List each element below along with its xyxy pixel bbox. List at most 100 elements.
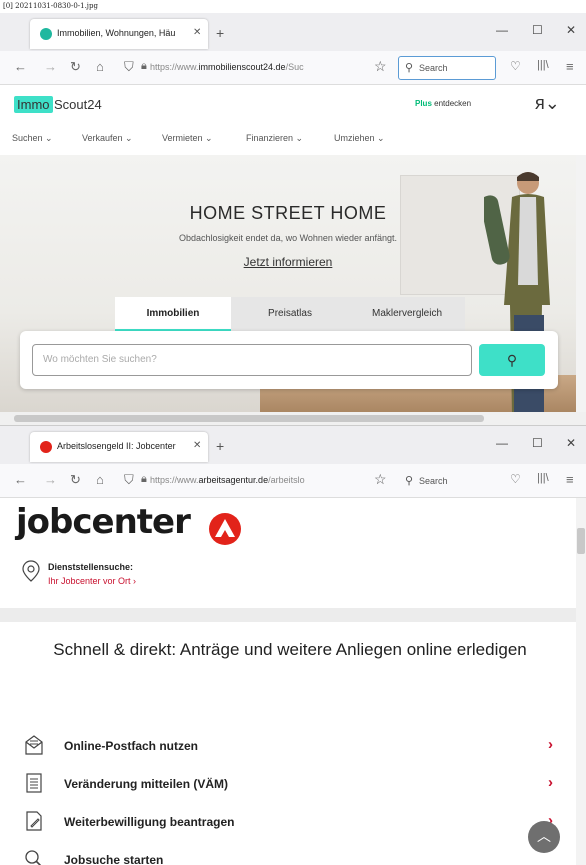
lock-icon: 🔒︎ bbox=[141, 473, 147, 485]
menu-finanzieren[interactable]: Finanzieren ⌄ bbox=[246, 133, 303, 144]
chevron-up-icon: ︿ bbox=[537, 828, 551, 844]
home-icon[interactable]: ⌂ bbox=[96, 472, 104, 487]
tab-jobcenter[interactable]: Arbeitslosengeld II: Jobcenter ✕ bbox=[30, 432, 208, 462]
bookmark-star-icon[interactable]: ☆ bbox=[374, 58, 387, 75]
document-edit-icon bbox=[26, 811, 42, 831]
list-item-label: Weiterbewilligung beantragen bbox=[64, 815, 235, 829]
main-menu: Suchen ⌄ Verkaufen ⌄ Vermieten ⌄ Finanzi… bbox=[0, 125, 586, 155]
forward-icon[interactable]: → bbox=[44, 59, 57, 74]
arbeitsagentur-favicon-icon bbox=[40, 441, 52, 453]
mail-inbox-icon bbox=[25, 735, 43, 755]
immoscout-favicon-icon bbox=[40, 28, 52, 40]
list-item-label: Veränderung mitteilen (VÄM) bbox=[64, 777, 229, 791]
menu-icon[interactable]: ≡ bbox=[566, 472, 574, 487]
list-item-label: Jobsuche starten bbox=[64, 853, 164, 865]
tab-maklervergleich[interactable]: Maklervergleich bbox=[349, 297, 465, 331]
vertical-scrollbar[interactable] bbox=[576, 155, 586, 412]
library-icon[interactable]: |||\ bbox=[537, 59, 549, 71]
browser-window-immoscout: Immobilien, Wohnungen, Häu ✕ + — ☐ ✕ ← →… bbox=[0, 13, 586, 425]
scroll-to-top-button[interactable]: ︿ bbox=[528, 821, 560, 853]
menu-verkaufen[interactable]: Verkaufen ⌄ bbox=[82, 133, 133, 144]
logo-immo[interactable]: Immo bbox=[14, 96, 53, 113]
new-tab-icon[interactable]: + bbox=[216, 25, 224, 41]
search-input[interactable]: ⚲ Search bbox=[398, 469, 496, 493]
back-icon[interactable]: ← bbox=[14, 472, 27, 487]
section-divider bbox=[0, 608, 576, 622]
minimize-icon[interactable]: — bbox=[496, 436, 508, 450]
search-panel: Wo möchten Sie suchen? ⚲ bbox=[20, 331, 558, 389]
chevron-right-icon: › bbox=[548, 736, 553, 753]
plus-link[interactable]: Plus entdecken bbox=[415, 99, 471, 108]
vertical-scrollbar[interactable] bbox=[576, 498, 586, 865]
logo-scout[interactable]: Scout24 bbox=[54, 97, 102, 112]
tab-title: Immobilien, Wohnungen, Häu bbox=[57, 28, 176, 38]
hero-link[interactable]: Jetzt informieren bbox=[0, 255, 576, 269]
maximize-icon[interactable]: ☐ bbox=[532, 23, 543, 37]
forward-icon[interactable]: → bbox=[44, 472, 57, 487]
jobcenter-page: jobcenter Dienststellensuche: Ihr Jobcen… bbox=[0, 498, 576, 865]
user-icon[interactable]: ᴙ⌄ bbox=[535, 93, 560, 114]
maximize-icon[interactable]: ☐ bbox=[532, 436, 543, 450]
hero-title: HOME STREET HOME bbox=[189, 203, 387, 223]
horizontal-scrollbar[interactable] bbox=[0, 412, 586, 425]
back-icon[interactable]: ← bbox=[14, 59, 27, 74]
url-bar[interactable]: https://www.immobilienscout24.de/Suc bbox=[150, 56, 370, 80]
list-item-veraenderung[interactable]: Veränderung mitteilen (VÄM) › bbox=[0, 766, 576, 804]
search-placeholder: Search bbox=[419, 476, 448, 486]
pocket-icon[interactable]: ♡ bbox=[510, 472, 521, 486]
image-caption: [0] 20211031-0830-0-1.jpg bbox=[3, 2, 98, 10]
list-item-jobsuche[interactable]: Jobsuche starten bbox=[0, 842, 576, 865]
url-text: https://www.immobilienscout24.de/Suc bbox=[150, 62, 304, 72]
reload-icon[interactable]: ↻ bbox=[70, 59, 81, 75]
tab-immoscout[interactable]: Immobilien, Wohnungen, Häu ✕ bbox=[30, 19, 208, 49]
scrollbar-thumb[interactable] bbox=[577, 528, 585, 554]
close-tab-icon[interactable]: ✕ bbox=[193, 440, 201, 451]
menu-umziehen[interactable]: Umziehen ⌄ bbox=[334, 133, 385, 144]
pocket-icon[interactable]: ♡ bbox=[510, 59, 521, 73]
menu-vermieten[interactable]: Vermieten ⌄ bbox=[162, 133, 213, 144]
minimize-icon[interactable]: — bbox=[496, 23, 508, 37]
close-window-icon[interactable]: ✕ bbox=[566, 436, 576, 450]
chevron-right-icon: › bbox=[548, 774, 553, 791]
list-item-weiterbewilligung[interactable]: Weiterbewilligung beantragen › bbox=[0, 804, 576, 842]
navigation-bar: ← → ↻ ⌂ ⛉ 🔒︎ https://www.immobilienscout… bbox=[0, 51, 586, 85]
dienststellensuche-title: Dienststellensuche: bbox=[48, 562, 134, 572]
search-icon: ⚲ bbox=[405, 475, 414, 487]
library-icon[interactable]: |||\ bbox=[537, 472, 549, 484]
tab-bar: Arbeitslosengeld II: Jobcenter ✕ + — ☐ ✕ bbox=[0, 426, 586, 464]
reload-icon[interactable]: ↻ bbox=[70, 472, 81, 488]
search-icon: ⚲ bbox=[506, 352, 518, 368]
search-placeholder: Search bbox=[419, 63, 448, 73]
document-icon bbox=[26, 773, 42, 793]
magnifier-icon bbox=[25, 850, 42, 865]
list-item-online-postfach[interactable]: Online-Postfach nutzen › bbox=[0, 728, 576, 766]
location-search-placeholder: Wo möchten Sie suchen? bbox=[43, 354, 157, 365]
jobcenter-vor-ort-link[interactable]: Ihr Jobcenter vor Ort › bbox=[48, 576, 136, 586]
home-icon[interactable]: ⌂ bbox=[96, 59, 104, 74]
section-heading: Schnell & direkt: Anträge und weitere An… bbox=[53, 640, 527, 659]
menu-icon[interactable]: ≡ bbox=[566, 59, 574, 74]
menu-suchen[interactable]: Suchen ⌄ bbox=[12, 133, 53, 144]
search-input[interactable]: ⚲ Search bbox=[398, 56, 496, 80]
location-search-input[interactable]: Wo möchten Sie suchen? bbox=[32, 344, 472, 376]
immoscout-header: Immo Scout24 Plus entdecken ᴙ⌄ bbox=[0, 85, 586, 125]
shield-icon[interactable]: ⛉ bbox=[124, 59, 134, 75]
search-tabs: Immobilien Preisatlas Maklervergleich bbox=[115, 297, 465, 331]
url-bar[interactable]: https://www.arbeitsagentur.de/arbeitslo bbox=[150, 469, 370, 493]
jobcenter-logo[interactable]: jobcenter bbox=[16, 502, 191, 542]
browser-window-jobcenter: Arbeitslosengeld II: Jobcenter ✕ + — ☐ ✕… bbox=[0, 425, 586, 865]
tab-bar: Immobilien, Wohnungen, Häu ✕ + — ☐ ✕ bbox=[0, 13, 586, 51]
search-button[interactable]: ⚲ bbox=[479, 344, 545, 376]
close-window-icon[interactable]: ✕ bbox=[566, 23, 576, 37]
new-tab-icon[interactable]: + bbox=[216, 438, 224, 454]
navigation-bar: ← → ↻ ⌂ ⛉ 🔒︎ https://www.arbeitsagentur.… bbox=[0, 464, 586, 498]
shield-icon[interactable]: ⛉ bbox=[124, 472, 134, 488]
scrollbar-thumb[interactable] bbox=[14, 415, 484, 422]
tab-preisatlas[interactable]: Preisatlas bbox=[231, 297, 349, 331]
lock-icon: 🔒︎ bbox=[141, 60, 147, 72]
tab-immobilien[interactable]: Immobilien bbox=[115, 297, 231, 331]
tab-title: Arbeitslosengeld II: Jobcenter bbox=[57, 441, 176, 451]
location-pin-icon bbox=[22, 560, 40, 582]
close-tab-icon[interactable]: ✕ bbox=[193, 27, 201, 38]
bookmark-star-icon[interactable]: ☆ bbox=[374, 471, 387, 488]
